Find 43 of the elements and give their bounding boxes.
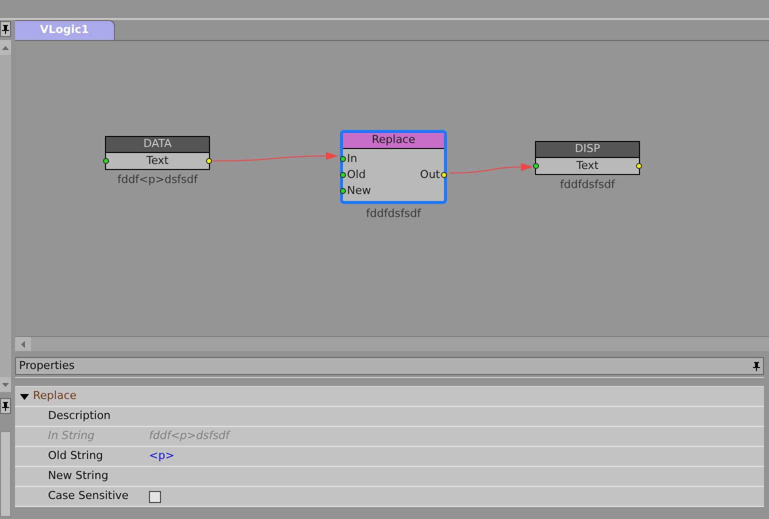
output-port[interactable] <box>441 172 447 178</box>
group-label: Replace <box>33 388 77 404</box>
port-label: Old <box>347 166 366 183</box>
input-port[interactable] <box>533 163 539 169</box>
node-caption: fddf<p>dsfsdf <box>117 172 198 188</box>
property-label: Old String <box>48 448 104 464</box>
panel-title: Properties <box>19 358 75 374</box>
vertical-scrollbar[interactable] <box>0 40 11 392</box>
property-label: Description <box>48 408 112 424</box>
input-port[interactable] <box>340 172 346 178</box>
pin-icon <box>2 402 9 410</box>
left-arrow-icon <box>21 340 25 348</box>
input-port[interactable] <box>340 188 346 194</box>
port-label: New <box>347 182 371 199</box>
node-title: DATA <box>106 137 209 153</box>
logic-node[interactable]: DATA Text <box>105 136 210 170</box>
pin-button[interactable] <box>0 21 11 37</box>
node-title: DISP <box>536 142 639 158</box>
port-label: In <box>347 150 358 167</box>
property-value[interactable]: <p> <box>149 448 174 465</box>
logic-node[interactable]: DISP Text <box>535 141 640 175</box>
output-port[interactable] <box>206 158 212 164</box>
node-caption: fddfdsfsdf <box>560 177 615 193</box>
node-caption: fddfdsfsdf <box>366 206 421 222</box>
property-label: Case Sensitive <box>48 488 130 504</box>
expand-icon[interactable] <box>20 394 29 400</box>
output-port[interactable] <box>636 163 642 169</box>
input-port[interactable] <box>103 158 109 164</box>
input-port[interactable] <box>340 156 346 162</box>
pin-icon[interactable] <box>753 362 760 370</box>
port-label: Text <box>576 158 599 174</box>
node-title: Replace <box>343 133 444 149</box>
property-label: In String <box>48 428 96 444</box>
down-arrow-icon <box>2 382 9 386</box>
port-label: Out <box>420 166 440 183</box>
up-arrow-icon <box>2 46 9 50</box>
pin-icon <box>2 24 9 34</box>
horizontal-scrollbar[interactable] <box>15 336 769 351</box>
property-label: New String <box>48 468 110 484</box>
logic-node[interactable]: Replace In Old Out New <box>340 130 447 204</box>
port-label: Text <box>146 152 169 169</box>
pin-button[interactable] <box>0 398 11 414</box>
checkbox[interactable] <box>149 490 161 502</box>
